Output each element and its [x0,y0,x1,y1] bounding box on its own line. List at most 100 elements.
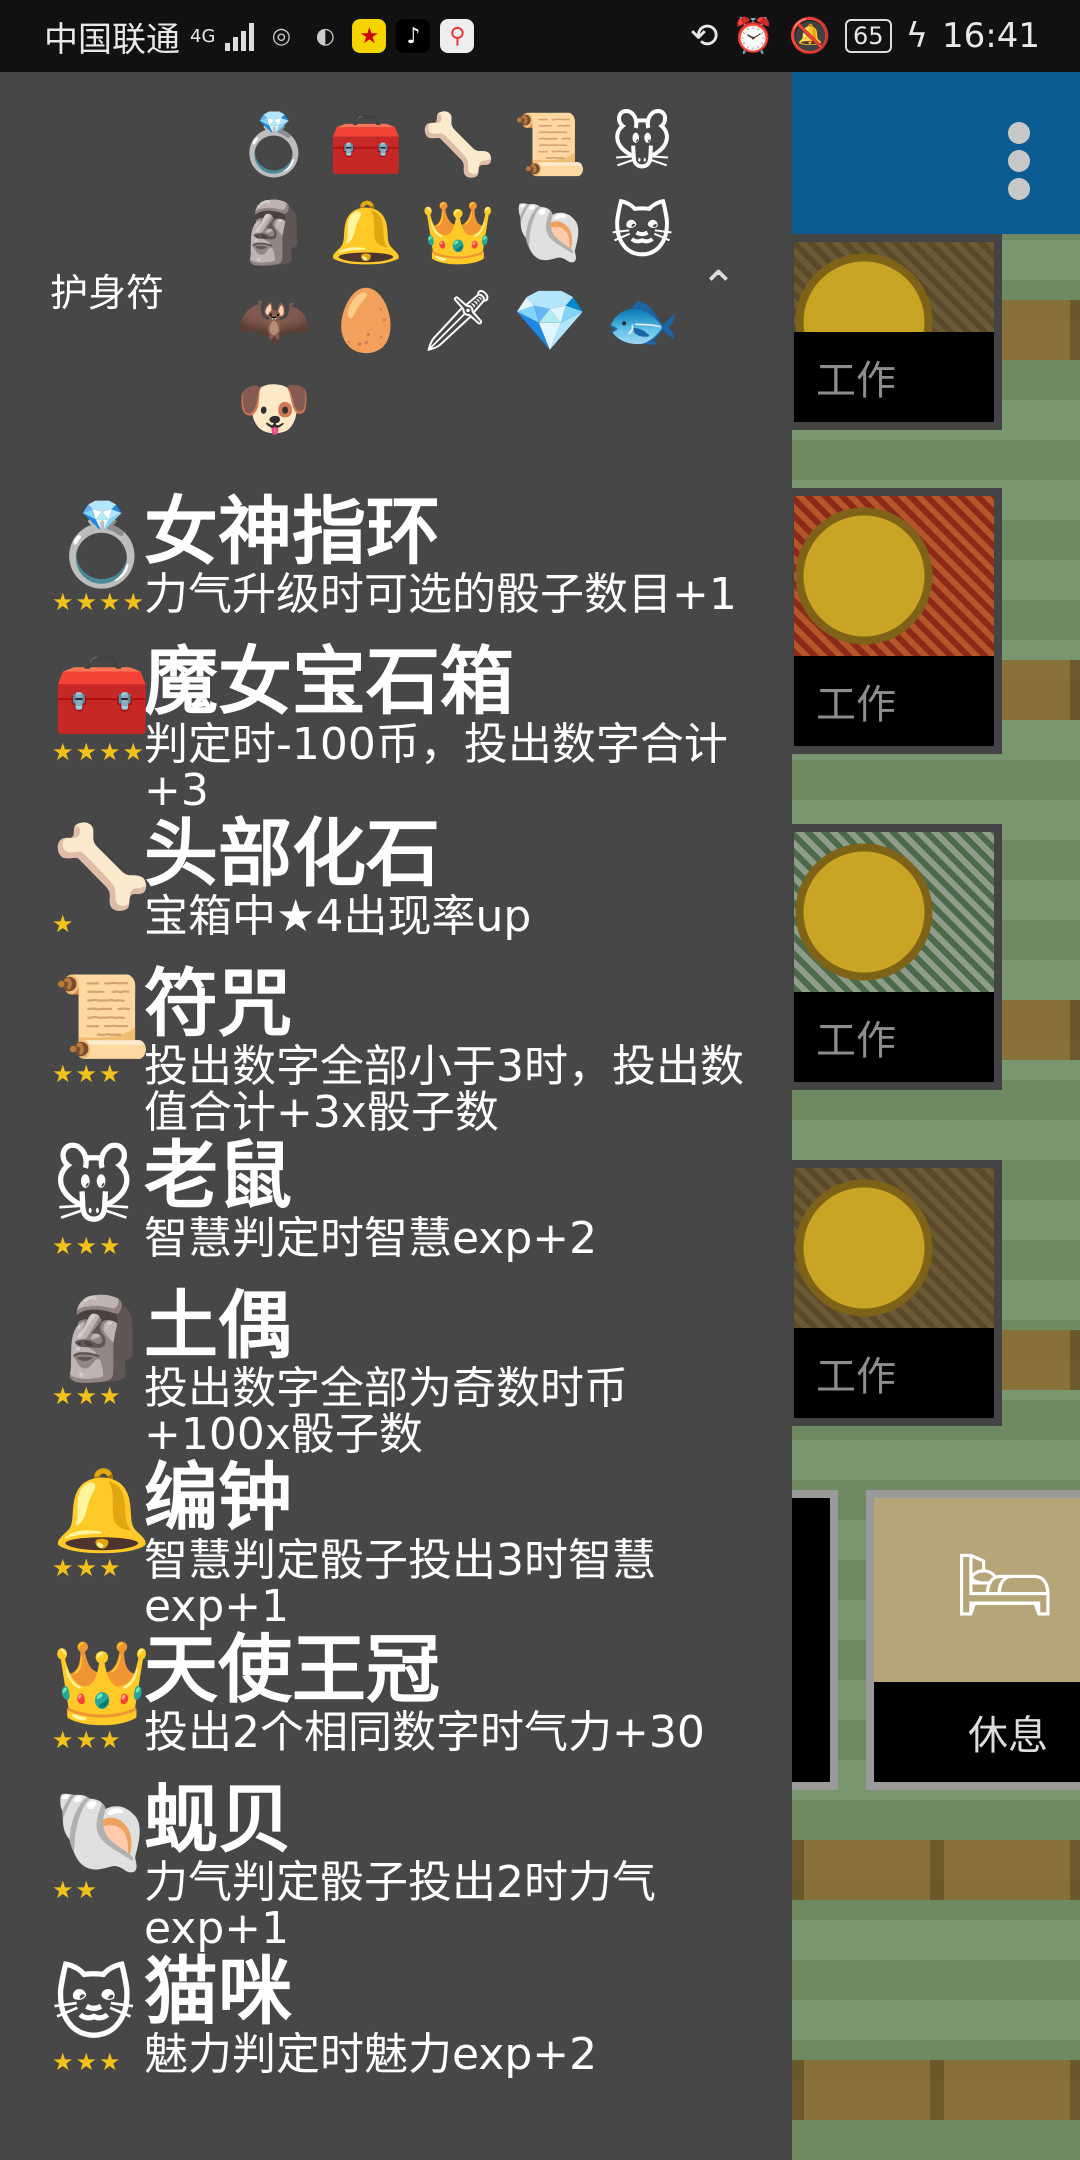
item-desc: 宝箱中★4出现率up [144,891,532,942]
item-desc: 魅力判定时魅力exp+2 [144,2029,598,2080]
item-name: 女神指环 [144,489,440,575]
item-name: 编钟 [144,1455,292,1541]
rest-label: 休息 [874,1682,1080,1782]
sword-icon[interactable]: 🗡 [412,276,504,364]
item-name: 老鼠 [144,1133,292,1219]
gem-chest-icon[interactable]: 🧰 [320,100,412,188]
battery-icon: 65 [845,19,892,53]
sync-icon: ⟲ [689,16,719,56]
star-rating: ★★★ [52,1726,123,1754]
item-name: 魔女宝石箱 [144,639,514,725]
bat-icon[interactable]: 🦇 [228,276,320,364]
network-type: 4G [190,25,216,47]
rest-room[interactable]: 🛏 休息 [866,1490,1080,1790]
list-item[interactable]: 🦴 ★ 头部化石 宝箱中★4出现率up [0,814,792,964]
gem-chest-icon: 🧰 [52,648,152,741]
list-item[interactable]: 🔔 ★★★ 编钟 智慧判定骰子投出3时智慧exp+1 [0,1458,792,1630]
clock: 16:41 [942,16,1040,56]
work-label: 工作 [794,1328,994,1418]
ring-icon: 💍 [52,498,152,591]
app-toolbar [790,72,1080,234]
tiara-icon[interactable]: 💎 [504,276,596,364]
signal-icon [225,21,255,51]
skull-fossil-icon: 🦴 [52,820,152,913]
crown-icon: 👑 [52,1636,152,1729]
list-item[interactable]: 🐱 ★★★ 猫咪 魅力判定时魅力exp+2 [0,1952,792,2102]
dog-icon[interactable]: 🐶 [228,364,320,452]
ring-icon[interactable]: 💍 [228,100,320,188]
app-notification-icon: ◎ [271,23,291,49]
fence [790,1840,1080,1900]
list-item[interactable]: 🗿 ★★★ 土偶 投出数字全部为奇数时币+100x骰子数 [0,1286,792,1458]
egg-icon[interactable]: 🥚 [320,276,412,364]
item-desc: 智慧判定时智慧exp+2 [144,1213,598,1264]
collapse-chevron-icon[interactable]: ⌃ [700,262,737,313]
clay-figure-icon: 🗿 [52,1292,152,1385]
shell-icon: 🐚 [52,1786,152,1879]
status-bar: 中国联通 4G ◎ ◐ ★ ♪ ⚲ ⟲ ⏰ 🔕 65 ϟ 16:41 [0,0,1080,72]
room-edge [786,1490,838,1790]
list-item[interactable]: 📜 ★★★ 符咒 投出数字全部小于3时，投出数值合计+3x骰子数 [0,964,792,1136]
item-name: 符咒 [144,961,292,1047]
item-name: 天使王冠 [144,1627,440,1713]
work-room-2[interactable]: 工作 [786,488,1002,754]
list-item[interactable]: 💍 ★★★★ 女神指环 力气升级时可选的骰子数目+1 [0,492,792,642]
carrier-name: 中国联通 [44,19,180,60]
star-rating: ★★★ [52,1382,123,1410]
list-item[interactable]: 🧰 ★★★★ 魔女宝石箱 判定时-100币，投出数字合计+3 [0,642,792,814]
item-desc: 力气升级时可选的骰子数目+1 [144,569,737,620]
talisman-icon[interactable]: 📜 [504,100,596,188]
charging-icon: ϟ [905,16,929,56]
star-rating: ★★★ [52,1232,123,1260]
map-app-icon: ⚲ [440,19,475,53]
item-desc: 投出2个相同数字时气力+30 [144,1707,705,1758]
mouse-icon[interactable]: 🐭 [596,100,688,188]
work-room-1[interactable]: 工作 [786,234,1002,430]
bell-icon: 🔔 [52,1464,152,1557]
item-name: 蚬贝 [144,1777,292,1863]
list-item[interactable]: 🐭 ★★★ 老鼠 智慧判定时智慧exp+2 [0,1136,792,1286]
charm-header: 💍 🧰 🦴 📜 🐭 🗿 🔔 👑 🐚 🐱 🦇 🥚 🗡 💎 🐟 🐶 护身符 ⌃ [0,72,792,492]
star-rating: ★★★★ [52,588,147,616]
talisman-icon: 📜 [52,970,152,1063]
bed-icon: 🛏 [954,1538,1056,1631]
tiktok-icon: ♪ [396,19,431,53]
globe-icon: ◐ [315,23,335,49]
star-rating: ★★★ [52,1554,123,1582]
item-name: 猫咪 [144,1949,292,2035]
fish-icon[interactable]: 🐟 [596,276,688,364]
shell-icon[interactable]: 🐚 [504,188,596,276]
star-rating: ★ [52,910,76,938]
item-desc: 投出数字全部小于3时，投出数值合计+3x骰子数 [144,1041,744,1138]
bell-icon[interactable]: 🔔 [320,188,412,276]
charm-list: 💍 ★★★★ 女神指环 力气升级时可选的骰子数目+1 🧰 ★★★★ 魔女宝石箱 … [0,492,792,2102]
item-desc: 投出数字全部为奇数时币+100x骰子数 [144,1363,628,1460]
star-rating: ★★ [52,1876,100,1904]
item-desc: 智慧判定骰子投出3时智慧exp+1 [144,1535,656,1632]
work-label: 工作 [794,656,994,746]
skull-fossil-icon[interactable]: 🦴 [412,100,504,188]
star-rating: ★★★ [52,1060,123,1088]
overflow-menu-icon[interactable] [1008,122,1030,200]
mute-icon: 🔕 [788,16,832,56]
work-label: 工作 [794,992,994,1082]
fence [790,2060,1080,2120]
crown-icon[interactable]: 👑 [412,188,504,276]
item-name: 土偶 [144,1283,292,1369]
cat-icon: 🐱 [52,1958,136,2051]
item-desc: 判定时-100币，投出数字合计+3 [144,719,728,816]
list-item[interactable]: 👑 ★★★ 天使王冠 投出2个相同数字时气力+30 [0,1630,792,1780]
item-desc: 力气判定骰子投出2时力气exp+1 [144,1857,656,1954]
mouse-icon: 🐭 [52,1142,136,1235]
work-label: 工作 [794,332,994,422]
cat-icon[interactable]: 🐱 [596,188,688,276]
charm-icon-grid: 💍 🧰 🦴 📜 🐭 🗿 🔔 👑 🐚 🐱 🦇 🥚 🗡 💎 🐟 🐶 [228,100,708,452]
work-room-4[interactable]: 工作 [786,1160,1002,1426]
charm-drawer: 💍 🧰 🦴 📜 🐭 🗿 🔔 👑 🐚 🐱 🦇 🥚 🗡 💎 🐟 🐶 护身符 ⌃ 💍 … [0,72,792,2160]
alarm-icon: ⏰ [732,16,775,56]
clay-figure-icon[interactable]: 🗿 [228,188,320,276]
list-item[interactable]: 🐚 ★★ 蚬贝 力气判定骰子投出2时力气exp+1 [0,1780,792,1952]
star-rating: ★★★ [52,2048,123,2076]
work-room-3[interactable]: 工作 [786,824,1002,1090]
star-rating: ★★★★ [52,738,147,766]
